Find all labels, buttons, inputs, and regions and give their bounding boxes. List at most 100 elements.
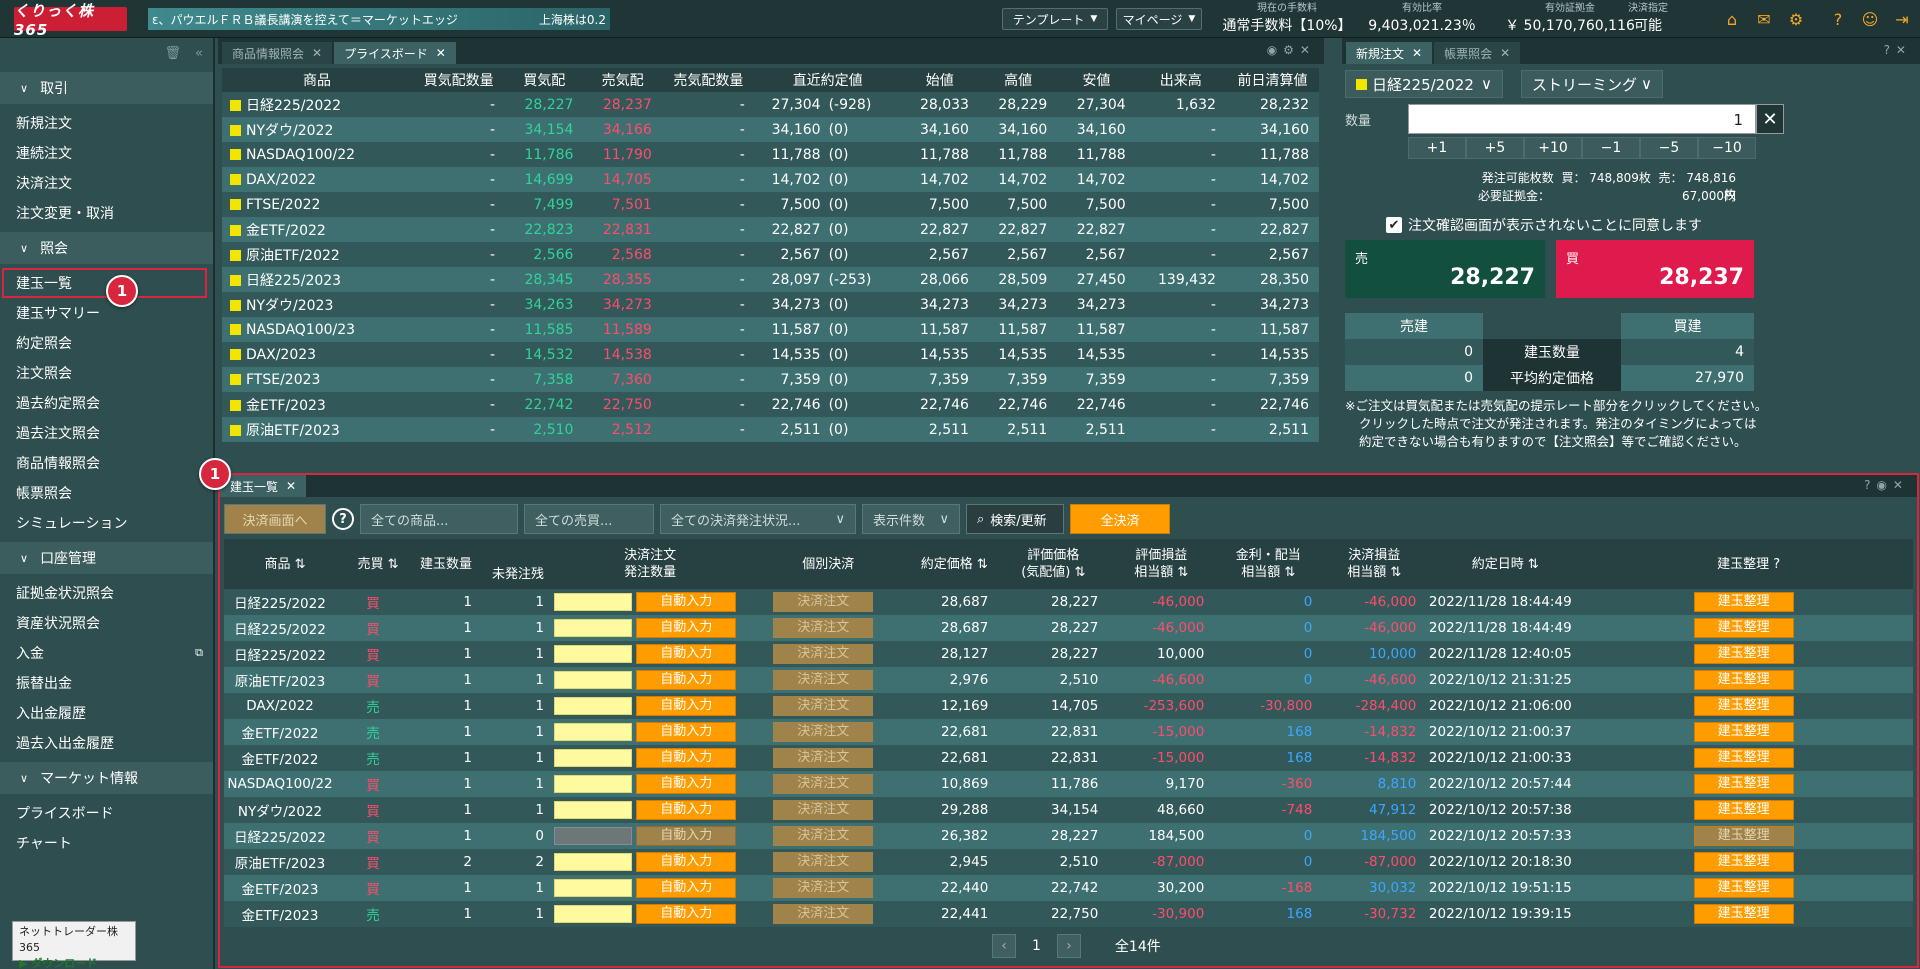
sidebar-item-transfer[interactable]: 振替出金 [0, 668, 213, 698]
auto-input-button[interactable]: 自動入力 [636, 592, 737, 612]
sidebar-item-asset-status[interactable]: 資産状況照会 [0, 608, 213, 638]
ask-cell[interactable]: 7,501 [583, 192, 662, 217]
col-pl[interactable]: 評価損益 相当額 ⇅ [1108, 539, 1215, 589]
auto-input-button[interactable]: 自動入力 [636, 774, 737, 794]
order-qty-input[interactable] [554, 827, 632, 845]
sidebar-item-simulation[interactable]: シミュレーション [0, 508, 213, 538]
sidebar-item-deposit[interactable]: 入金 ⧉ [0, 638, 213, 668]
help-icon[interactable]: ? [332, 508, 354, 530]
sidebar-section-inquiry[interactable]: ∨ 照会 [0, 232, 213, 264]
inc-minus1-button[interactable]: −1 [1582, 137, 1640, 159]
order-qty-input[interactable] [554, 723, 632, 741]
sidebar-item-past-executions[interactable]: 過去約定照会 [0, 388, 213, 418]
sidebar-item-new-order[interactable]: 新規注文 [0, 108, 213, 138]
bid-cell[interactable]: 2,510 [505, 417, 584, 442]
arrange-button[interactable]: 建玉整理 [1693, 696, 1794, 716]
close-icon[interactable]: ✕ [286, 479, 296, 493]
arrange-button[interactable]: 建玉整理 [1693, 826, 1794, 846]
help-icon[interactable]: ? [1773, 557, 1780, 572]
individual-settle-button[interactable]: 決済注文 [773, 618, 874, 638]
bid-cell[interactable]: 22,823 [505, 217, 584, 242]
sidebar-item-margin-status[interactable]: 証拠金状況照会 [0, 578, 213, 608]
individual-settle-button[interactable]: 決済注文 [773, 644, 874, 664]
arrange-button[interactable]: 建玉整理 [1693, 904, 1794, 924]
col-side[interactable]: 売買 ⇅ [346, 539, 410, 589]
tab-positions[interactable]: 建玉一覧 ✕ [220, 475, 307, 497]
user-icon[interactable]: ☺ [1860, 9, 1880, 29]
sidebar-section-trade[interactable]: ∨ 取引 [0, 72, 213, 104]
confirm-checkbox[interactable]: ✔ 注文確認画面が表示されないことに同意します [1386, 215, 1702, 235]
col-div[interactable]: 金利・配当 相当額 ⇅ [1214, 539, 1323, 589]
col-date[interactable]: 約定日時 ⇅ [1426, 539, 1585, 589]
news-ticker[interactable]: ε、パウエルＦＲＢ議長講演を控えて＝マーケットエッジ 上海株は0.2 [148, 8, 610, 30]
auto-input-button[interactable]: 自動入力 [636, 904, 737, 924]
auto-input-button[interactable]: 自動入力 [636, 618, 737, 638]
sidebar-item-past-history[interactable]: 過去入出金履歴 [0, 728, 213, 758]
bid-cell[interactable]: 7,358 [505, 367, 584, 392]
status-filter[interactable]: 全ての決済発注状況... ∨ [660, 504, 856, 534]
ask-cell[interactable]: 22,750 [583, 392, 662, 417]
arrange-button[interactable]: 建玉整理 [1693, 774, 1794, 794]
bid-cell[interactable]: 34,263 [505, 292, 584, 317]
inc-plus5-button[interactable]: +5 [1466, 137, 1524, 159]
tab-new-order[interactable]: 新規注文 ✕ [1346, 42, 1433, 64]
order-qty-input[interactable] [554, 853, 632, 871]
arrange-button[interactable]: 建玉整理 [1693, 878, 1794, 898]
sidebar-section-account[interactable]: ∨ 口座管理 [0, 542, 213, 574]
sidebar-item-continuous-order[interactable]: 連続注文 [0, 138, 213, 168]
sidebar-item-chart[interactable]: チャート [0, 828, 213, 858]
sidebar-item-past-orders[interactable]: 過去注文照会 [0, 418, 213, 448]
help-icon[interactable]: ? [1828, 9, 1848, 29]
order-qty-input[interactable] [554, 671, 632, 689]
home-icon[interactable]: ⌂ [1722, 9, 1742, 29]
individual-settle-button[interactable]: 決済注文 [773, 774, 874, 794]
bid-cell[interactable]: 11,585 [505, 317, 584, 342]
order-qty-input[interactable] [554, 749, 632, 767]
bid-cell[interactable]: 2,566 [505, 242, 584, 267]
col-price[interactable]: 約定価格 ⇅ [910, 539, 999, 589]
next-page-button[interactable]: › [1056, 934, 1081, 958]
sidebar-item-modify-order[interactable]: 注文変更・取消 [0, 198, 213, 228]
ask-cell[interactable]: 34,166 [583, 117, 662, 142]
inc-minus5-button[interactable]: −5 [1640, 137, 1698, 159]
ask-cell[interactable]: 2,512 [583, 417, 662, 442]
download-banner[interactable]: ネットトレーダー株365 ▶ ダウンロード [12, 921, 136, 969]
auto-input-button[interactable]: 自動入力 [636, 722, 737, 742]
arrange-button[interactable]: 建玉整理 [1693, 592, 1794, 612]
sidebar-item-executions[interactable]: 約定照会 [0, 328, 213, 358]
template-button[interactable]: テンプレート ▼ [1002, 8, 1108, 30]
individual-settle-button[interactable]: 決済注文 [773, 696, 874, 716]
panel-tools[interactable]: ◉⚙✕ [1267, 43, 1316, 57]
prev-page-button[interactable]: ‹ [992, 934, 1016, 958]
ask-cell[interactable]: 22,831 [583, 217, 662, 242]
auto-input-button[interactable]: 自動入力 [636, 670, 737, 690]
auto-input-button[interactable]: 自動入力 [636, 696, 737, 716]
inc-minus10-button[interactable]: −10 [1698, 137, 1756, 159]
auto-input-button[interactable]: 自動入力 [636, 800, 737, 820]
order-qty-input[interactable] [554, 775, 632, 793]
inc-plus1-button[interactable]: +1 [1408, 137, 1466, 159]
order-qty-input[interactable] [554, 619, 632, 637]
individual-settle-button[interactable]: 決済注文 [773, 800, 874, 820]
individual-settle-button[interactable]: 決済注文 [773, 670, 874, 690]
trash-icon[interactable]: 🗑 [165, 46, 182, 61]
product-select[interactable]: 日経225/2022 ∨ [1345, 70, 1503, 98]
search-button[interactable]: ⌕ 検索/更新 [966, 504, 1064, 534]
bid-cell[interactable]: 28,227 [505, 92, 584, 117]
inc-plus10-button[interactable]: +10 [1524, 137, 1582, 159]
auto-input-button[interactable]: 自動入力 [636, 644, 737, 664]
arrange-button[interactable]: 建玉整理 [1693, 800, 1794, 820]
ask-cell[interactable]: 28,355 [583, 267, 662, 292]
arrange-button[interactable]: 建玉整理 [1693, 722, 1794, 742]
ask-cell[interactable]: 2,568 [583, 242, 662, 267]
individual-settle-button[interactable]: 決済注文 [773, 592, 874, 612]
collapse-icon[interactable]: « [195, 46, 203, 61]
side-filter[interactable]: 全ての売買... [524, 504, 654, 534]
individual-settle-button[interactable]: 決済注文 [773, 826, 874, 846]
close-icon[interactable]: ✕ [436, 46, 446, 60]
col-spl[interactable]: 決済損益 相当額 ⇅ [1322, 539, 1427, 589]
sidebar-section-market[interactable]: ∨ マーケット情報 [0, 762, 213, 794]
tab-product-info[interactable]: 商品情報照会 ✕ [222, 42, 333, 64]
individual-settle-button[interactable]: 決済注文 [773, 748, 874, 768]
count-filter[interactable]: 表示件数 ∨ [862, 504, 960, 534]
